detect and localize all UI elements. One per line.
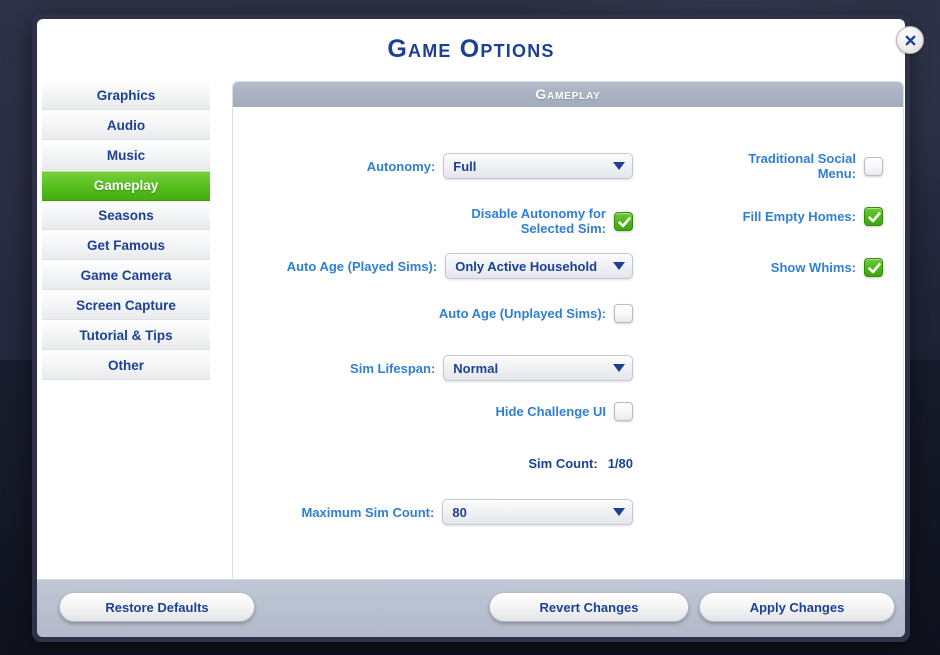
sidebar-item-label: Audio	[106, 118, 146, 133]
sidebar-item-label: Game Camera	[80, 268, 172, 283]
disable-autonomy-selected-sim-checkbox[interactable]	[614, 211, 633, 231]
auto-age-unplayed-checkbox[interactable]	[614, 304, 633, 323]
autonomy-dropdown-value: Full	[453, 158, 477, 174]
sim-lifespan-dropdown-value: Normal	[453, 360, 499, 376]
close-button[interactable]	[896, 26, 924, 54]
traditional-social-menu-label-line1: Traditional Social	[748, 151, 856, 166]
game-background: Game Options Graphics Audio Music Gamepl…	[0, 0, 940, 655]
chevron-down-icon	[606, 262, 632, 270]
check-icon	[618, 216, 631, 227]
sidebar-item-label: Other	[107, 358, 144, 373]
option-row-show-whims: Show Whims:	[653, 258, 883, 277]
sidebar-item-label: Graphics	[96, 88, 156, 103]
sidebar: Graphics Audio Music Gameplay Seasons Ge…	[42, 81, 210, 381]
sidebar-item-label: Music	[106, 148, 146, 163]
apply-changes-button[interactable]: Apply Changes	[699, 592, 895, 622]
autonomy-label: Autonomy:	[366, 158, 436, 174]
traditional-social-menu-checkbox[interactable]	[864, 156, 883, 176]
sidebar-item-audio[interactable]: Audio	[42, 111, 210, 141]
sim-lifespan-label: Sim Lifespan:	[350, 360, 436, 376]
sidebar-item-label: Get Famous	[86, 238, 165, 253]
restore-defaults-button[interactable]: Restore Defaults	[59, 592, 255, 622]
sidebar-item-game-camera[interactable]: Game Camera	[42, 261, 210, 291]
maximum-sim-count-dropdown[interactable]: 80	[442, 499, 633, 525]
option-row-autonomy: Autonomy: Full	[233, 153, 633, 179]
sim-count-value: 1/80	[607, 456, 633, 471]
disable-autonomy-selected-sim-label: Disable Autonomy for Selected Sim:	[384, 206, 614, 236]
section-header: Gameplay	[233, 82, 903, 107]
maximum-sim-count-dropdown-value: 80	[452, 504, 467, 520]
option-row-auto-age-unplayed: Auto Age (Unplayed Sims):	[233, 304, 633, 323]
game-options-dialog: Game Options Graphics Audio Music Gamepl…	[32, 14, 924, 642]
traditional-social-menu-label: Traditional Social Menu:	[709, 151, 864, 181]
option-row-sim-count: Sim Count: 1/80	[233, 456, 633, 471]
traditional-social-menu-label-line2: Menu:	[817, 166, 856, 181]
sidebar-item-label: Gameplay	[93, 178, 159, 193]
auto-age-played-dropdown-value: Only Active Household	[455, 258, 598, 274]
sidebar-item-seasons[interactable]: Seasons	[42, 201, 210, 231]
revert-changes-button[interactable]: Revert Changes	[489, 592, 689, 622]
sidebar-item-label: Screen Capture	[76, 298, 176, 313]
options-body: Autonomy: Full Disable Autonomy for Sele…	[233, 107, 903, 582]
dialog-inner: Game Options Graphics Audio Music Gamepl…	[37, 19, 905, 637]
sidebar-item-label: Seasons	[98, 208, 154, 223]
auto-age-unplayed-label: Auto Age (Unplayed Sims):	[438, 306, 606, 321]
close-x-icon	[905, 35, 915, 45]
option-row-auto-age-played: Auto Age (Played Sims): Only Active Hous…	[233, 253, 633, 279]
sim-count-label: Sim Count:	[528, 456, 598, 471]
sidebar-item-music[interactable]: Music	[42, 141, 210, 171]
show-whims-label: Show Whims:	[770, 260, 856, 275]
check-icon	[868, 263, 881, 274]
sidebar-item-other[interactable]: Other	[42, 351, 210, 381]
page-title: Game Options	[387, 35, 555, 63]
chevron-down-icon	[606, 162, 632, 170]
disable-autonomy-label-line1: Disable Autonomy for	[471, 206, 606, 221]
sidebar-item-gameplay[interactable]: Gameplay	[42, 171, 210, 201]
option-row-fill-empty-homes: Fill Empty Homes:	[653, 207, 883, 226]
hide-challenge-ui-label: Hide Challenge UI	[495, 404, 606, 419]
option-row-traditional-social-menu: Traditional Social Menu:	[653, 151, 883, 181]
disable-autonomy-label-line2: Selected Sim:	[520, 221, 606, 236]
chevron-down-icon	[606, 364, 632, 372]
maximum-sim-count-label: Maximum Sim Count:	[301, 504, 435, 520]
auto-age-played-dropdown[interactable]: Only Active Household	[445, 253, 633, 279]
fill-empty-homes-label: Fill Empty Homes:	[742, 209, 856, 224]
option-row-maximum-sim-count: Maximum Sim Count: 80	[233, 499, 633, 525]
show-whims-checkbox[interactable]	[864, 258, 883, 277]
content-panel: Gameplay Autonomy: Full Disable Autonomy…	[232, 81, 904, 583]
option-row-hide-challenge-ui: Hide Challenge UI	[233, 402, 633, 421]
auto-age-played-label: Auto Age (Played Sims):	[286, 258, 438, 274]
autonomy-dropdown[interactable]: Full	[443, 153, 633, 179]
sidebar-item-screen-capture[interactable]: Screen Capture	[42, 291, 210, 321]
sidebar-item-graphics[interactable]: Graphics	[42, 81, 210, 111]
footer-bar: Restore Defaults Revert Changes Apply Ch…	[37, 579, 905, 637]
sidebar-item-label: Tutorial & Tips	[79, 328, 173, 343]
hide-challenge-ui-checkbox[interactable]	[614, 402, 633, 421]
sim-lifespan-dropdown[interactable]: Normal	[443, 355, 633, 381]
sidebar-item-tutorial-and-tips[interactable]: Tutorial & Tips	[42, 321, 210, 351]
option-row-disable-autonomy-selected-sim: Disable Autonomy for Selected Sim:	[233, 206, 633, 236]
chevron-down-icon	[606, 508, 632, 516]
fill-empty-homes-checkbox[interactable]	[864, 207, 883, 226]
sidebar-item-get-famous[interactable]: Get Famous	[42, 231, 210, 261]
check-icon	[868, 212, 881, 223]
option-row-sim-lifespan: Sim Lifespan: Normal	[233, 355, 633, 381]
